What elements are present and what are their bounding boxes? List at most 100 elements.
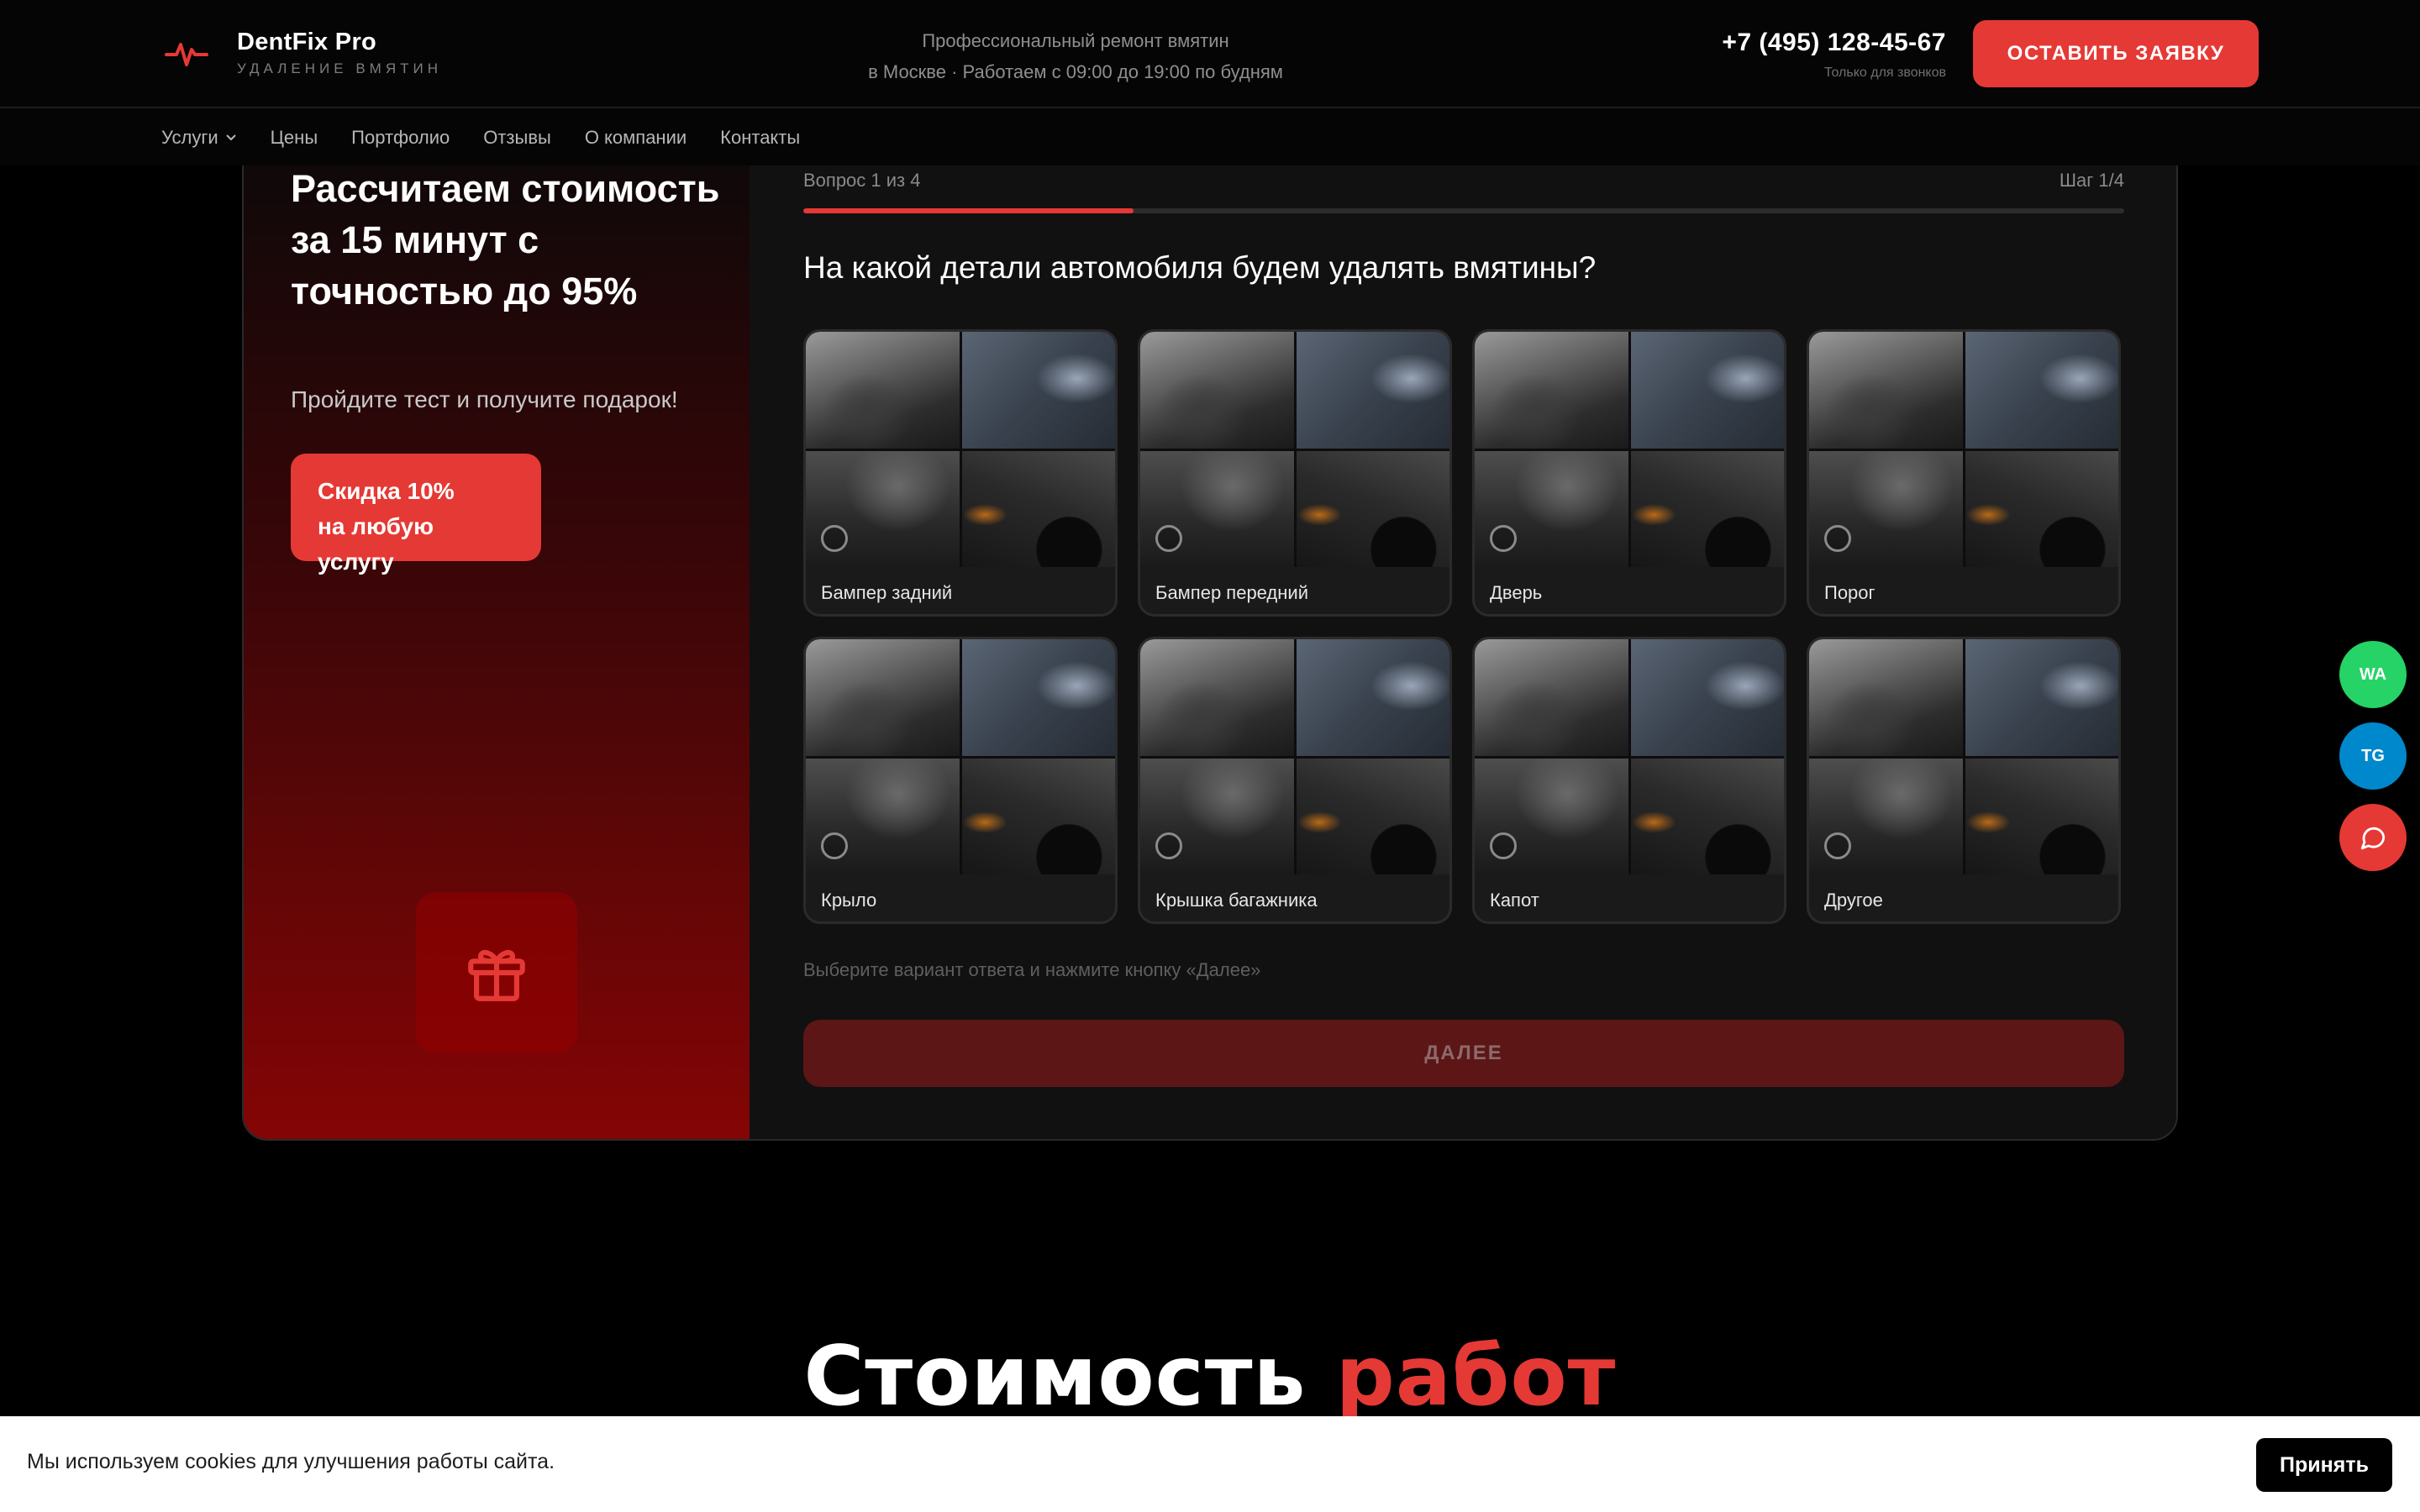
option-radio[interactable] — [1490, 525, 1517, 552]
option-label: Другое — [1824, 890, 1883, 911]
chat-bubble-icon — [2360, 827, 2386, 850]
section-title-word-1: Стоимость — [803, 1329, 1307, 1425]
whatsapp-label: WA — [2359, 664, 2387, 684]
car-photo — [961, 332, 1115, 449]
nav-item-contacts[interactable]: Контакты — [720, 127, 800, 149]
logo-text: DentFix Pro УДАЛЕНИЕ ВМЯТИН — [237, 29, 442, 77]
option-card[interactable]: Дверь — [1472, 329, 1786, 617]
option-card[interactable]: Другое — [1807, 637, 2121, 924]
step-indicator: Шаг 1/4 — [2059, 170, 2124, 191]
discount-line-2: на любую услугу — [318, 513, 434, 575]
car-photo — [806, 332, 960, 449]
phone-note: Только для звонков — [1823, 66, 1946, 80]
car-photo — [1296, 639, 1449, 756]
option-photo-collage — [806, 639, 1115, 874]
cookie-accept-button[interactable]: Принять — [2256, 1438, 2392, 1492]
pulse-icon — [165, 43, 208, 66]
quiz-subtitle: Пройдите тест и получите подарок! — [291, 386, 678, 412]
nav-item-portfolio[interactable]: Портфолио — [351, 127, 450, 149]
option-radio[interactable] — [1490, 832, 1517, 859]
car-photo — [1475, 639, 1628, 756]
logo[interactable]: DentFix Pro УДАЛЕНИЕ ВМЯТИН — [165, 29, 442, 77]
progress-bar — [803, 208, 2124, 213]
car-photo — [1630, 332, 1784, 449]
car-photo — [1630, 639, 1784, 756]
option-card[interactable]: Бампер задний — [803, 329, 1118, 617]
header-info: Профессиональный ремонт вмятин в Москве … — [807, 25, 1344, 87]
section-title: Стоимость работ — [0, 1329, 2420, 1425]
cookie-banner: Мы используем cookies для улучшения рабо… — [0, 1416, 2420, 1512]
question-counter: Вопрос 1 из 4 — [803, 170, 921, 191]
section-title-word-2: работ — [1335, 1329, 1617, 1425]
header-info-line-2: в Москве · Работаем с 09:00 до 19:00 по … — [868, 61, 1283, 82]
option-radio[interactable] — [1155, 525, 1182, 552]
phone-link[interactable]: +7 (495) 128-45-67 — [1722, 29, 1946, 57]
car-photo — [961, 450, 1115, 567]
car-photo — [961, 758, 1115, 874]
option-card[interactable]: Крышка багажника — [1138, 637, 1452, 924]
car-photo — [1965, 450, 2118, 567]
car-photo — [961, 639, 1115, 756]
quiz-question-panel: Вопрос 1 из 4 Шаг 1/4 На какой детали ав… — [750, 136, 2176, 1139]
option-photo-collage — [1475, 332, 1784, 567]
car-photo — [1965, 332, 2118, 449]
option-photo-collage — [1140, 332, 1449, 567]
chat-button[interactable] — [2339, 804, 2407, 871]
option-label: Крыло — [821, 890, 877, 911]
discount-line-1: Скидка 10% — [318, 478, 455, 504]
option-radio[interactable] — [1824, 832, 1851, 859]
request-button[interactable]: ОСТАВИТЬ ЗАЯВКУ — [1973, 20, 2259, 87]
gift-icon — [468, 949, 525, 1001]
nav-item-reviews[interactable]: Отзывы — [483, 127, 551, 149]
discount-badge: Скидка 10% на любую услугу — [291, 454, 541, 575]
option-radio[interactable] — [1155, 832, 1182, 859]
car-photo — [1630, 758, 1784, 874]
quiz-title: Рассчитаем стоимость за 15 минут с точно… — [291, 167, 720, 312]
car-photo — [1296, 332, 1449, 449]
option-radio[interactable] — [1824, 525, 1851, 552]
question-text: На какой детали автомобиля будем удалять… — [803, 250, 1597, 285]
site-header: DentFix Pro УДАЛЕНИЕ ВМЯТИН Профессионал… — [0, 0, 2420, 165]
cookie-text: Мы используем cookies для улучшения рабо… — [27, 1450, 555, 1473]
nav-item-prices[interactable]: Цены — [271, 127, 318, 149]
quiz-card: Рассчитаем стоимость за 15 минут с точно… — [242, 134, 2178, 1141]
brand-tagline: УДАЛЕНИЕ ВМЯТИН — [237, 60, 442, 76]
option-radio[interactable] — [821, 832, 848, 859]
car-photo — [1296, 450, 1449, 567]
car-photo — [1965, 639, 2118, 756]
header-info-line-1: Профессиональный ремонт вмятин — [922, 30, 1229, 51]
option-photo-collage — [1475, 639, 1784, 874]
main-nav: Услуги Цены Портфолио Отзывы О компании … — [161, 110, 834, 165]
option-label: Бампер передний — [1155, 582, 1308, 603]
option-card[interactable]: Порог — [1807, 329, 2121, 617]
nav-item-services[interactable]: Услуги — [161, 127, 237, 149]
option-label: Дверь — [1490, 582, 1543, 603]
progress-fill — [803, 208, 1134, 213]
option-card[interactable]: Капот — [1472, 637, 1786, 924]
car-photo — [1809, 332, 1963, 449]
nav-item-label: Услуги — [161, 127, 218, 148]
car-photo — [1140, 639, 1294, 756]
option-card[interactable]: Крыло — [803, 637, 1118, 924]
car-photo — [1965, 758, 2118, 874]
option-photo-collage — [1809, 332, 2118, 567]
brand-name: DentFix Pro — [237, 29, 377, 55]
nav-item-about[interactable]: О компании — [585, 127, 687, 149]
car-photo — [806, 639, 960, 756]
car-photo — [1630, 450, 1784, 567]
telegram-button[interactable]: TG — [2339, 722, 2407, 790]
car-photo — [1296, 758, 1449, 874]
car-photo — [1140, 332, 1294, 449]
whatsapp-button[interactable]: WA — [2339, 641, 2407, 708]
option-radio[interactable] — [821, 525, 848, 552]
next-button[interactable]: ДАЛЕЕ — [803, 1020, 2124, 1087]
option-label: Крышка багажника — [1155, 890, 1318, 911]
car-photo — [1809, 639, 1963, 756]
gift-tile — [416, 892, 577, 1053]
option-label: Порог — [1824, 582, 1876, 603]
option-photo-collage — [1140, 639, 1449, 874]
option-label: Бампер задний — [821, 582, 953, 603]
quiz-promo-panel: Рассчитаем стоимость за 15 минут с точно… — [244, 136, 750, 1139]
option-card[interactable]: Бампер передний — [1138, 329, 1452, 617]
hint-text: Выберите вариант ответа и нажмите кнопку… — [803, 959, 1261, 980]
